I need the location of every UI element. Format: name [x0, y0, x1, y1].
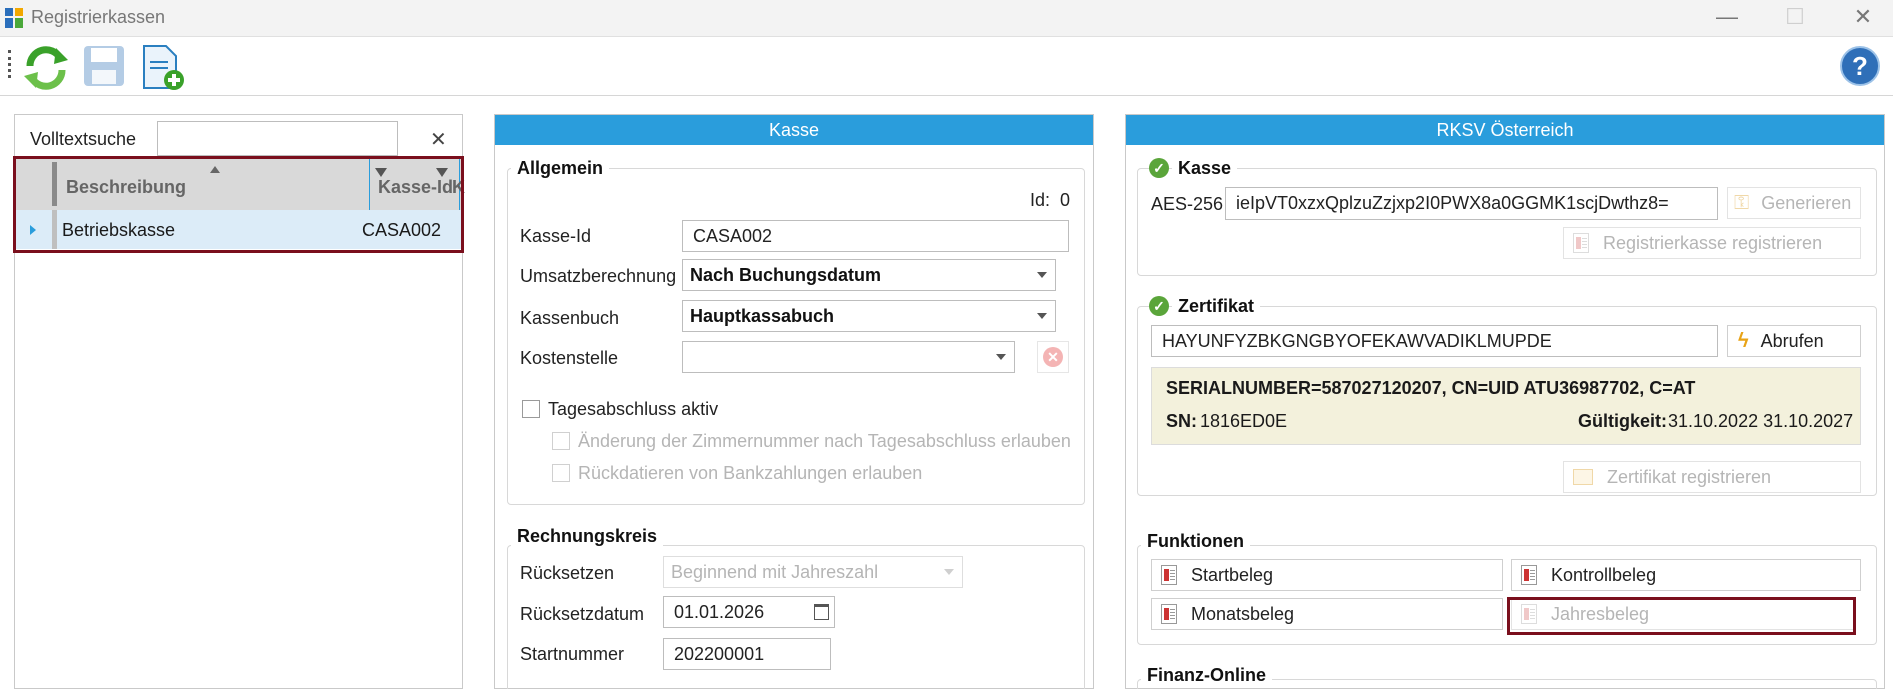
toolbar [0, 38, 1893, 96]
zertifikat-status-check-icon: ✓ [1149, 296, 1169, 316]
grid-highlight-frame [13, 156, 464, 253]
tagesabschluss-checkbox[interactable] [522, 400, 540, 418]
rueckdatieren-checkbox[interactable] [552, 464, 570, 482]
close-window-button[interactable]: ✕ [1843, 4, 1883, 30]
kassenbuch-value: Hauptkassabuch [690, 305, 835, 326]
kontrollbeleg-button[interactable]: Kontrollbeleg [1511, 559, 1861, 591]
generieren-button[interactable]: ⚿ Generieren [1727, 187, 1861, 219]
startnummer-field[interactable]: 202200001 [663, 638, 831, 670]
allgemein-title: Allgemein [511, 158, 610, 179]
clear-kostenstelle-button[interactable]: ✕ [1037, 341, 1069, 373]
tagesabschluss-label: Tagesabschluss aktiv [548, 399, 719, 419]
refresh-icon [24, 46, 68, 90]
key-icon: ⚿ [1734, 191, 1750, 214]
startbeleg-button[interactable]: Startbeleg [1151, 559, 1503, 591]
rksv-kasse-group [1137, 168, 1877, 276]
jahresbeleg-highlight-frame [1507, 597, 1856, 635]
clear-icon: ✕ [1043, 347, 1063, 367]
abrufen-button[interactable]: ϟ Abrufen [1727, 325, 1861, 357]
rueckdatieren-label: Rückdatieren von Bankzahlungen erlauben [578, 463, 923, 483]
startnummer-label: Startnummer [520, 644, 625, 664]
registrierkasse-registrieren-button[interactable]: Registrierkasse registrieren [1563, 227, 1861, 259]
search-input[interactable] [157, 121, 398, 156]
zimmernummer-checkbox[interactable] [552, 432, 570, 450]
help-button[interactable]: ? [1840, 46, 1880, 86]
maximize-button[interactable]: ☐ [1775, 4, 1815, 30]
registrierkasse-registrieren-label: Registrierkasse registrieren [1603, 232, 1823, 253]
refresh-button[interactable] [22, 44, 70, 92]
zertifikat-registrieren-button[interactable]: Zertifikat registrieren [1563, 461, 1861, 493]
generieren-label: Generieren [1761, 192, 1852, 213]
rechnungskreis-title: Rechnungskreis [511, 526, 664, 547]
new-document-icon [143, 45, 184, 90]
document-icon [1521, 565, 1537, 585]
kostenstelle-label: Kostenstelle [520, 348, 619, 368]
chevron-down-icon [996, 354, 1006, 360]
kassenbuch-select[interactable]: Hauptkassabuch [682, 300, 1056, 332]
calendar-icon[interactable] [814, 604, 829, 620]
zertifikat-info-box: SERIALNUMBER=587027120207, CN=UID ATU369… [1151, 367, 1861, 445]
sn-label: SN: [1166, 411, 1197, 431]
finanz-online-title: Finanz-Online [1141, 665, 1272, 686]
rksv-header: RKSV Österreich [1126, 115, 1884, 145]
ruecksetzdatum-value: 01.01.2026 [674, 601, 765, 622]
title-bar [0, 0, 1893, 37]
aes-key-field[interactable]: ieIpVT0xzxQplzuZzjxp2I0PWX8a0GGMK1scjDwt… [1225, 187, 1718, 220]
zertifikat-registrieren-label: Zertifikat registrieren [1607, 466, 1772, 487]
minimize-button[interactable]: — [1707, 4, 1747, 30]
sn-value: 1816ED0E [1200, 411, 1288, 431]
umsatzberechnung-label: Umsatzberechnung [520, 266, 677, 286]
document-icon [1161, 604, 1177, 624]
kassenbuch-label: Kassenbuch [520, 308, 620, 328]
kasse-id-label: Kasse-Id [520, 226, 592, 246]
kostenstelle-select[interactable] [682, 341, 1015, 373]
kasse-status-check-icon: ✓ [1149, 158, 1169, 178]
new-document-button[interactable] [140, 44, 188, 92]
monatsbeleg-label: Monatsbeleg [1191, 603, 1295, 624]
certificate-icon [1573, 469, 1593, 485]
aes-label: AES-256 [1151, 194, 1224, 214]
id-label: Id: [1030, 190, 1051, 210]
serial-line: SERIALNUMBER=587027120207, CN=UID ATU369… [1166, 378, 1696, 398]
id-value: 0 [1060, 190, 1071, 210]
document-icon [1161, 565, 1177, 585]
umsatzberechnung-select[interactable]: Nach Buchungsdatum [682, 259, 1056, 291]
kasse-id-field[interactable]: CASA002 [682, 220, 1069, 252]
monatsbeleg-button[interactable]: Monatsbeleg [1151, 598, 1503, 630]
zertifikat-title: Zertifikat [1172, 296, 1261, 317]
help-icon: ? [1852, 51, 1868, 81]
ruecksetzdatum-label: Rücksetzdatum [520, 604, 645, 624]
lightning-icon: ϟ [1738, 329, 1749, 352]
chevron-down-icon [1037, 313, 1047, 319]
chevron-down-icon [1037, 272, 1047, 278]
zertifikat-field[interactable]: HAYUNFYZBKGNGBYOFEKAWVADIKLMUPDE [1151, 325, 1718, 357]
kasse-header: Kasse [495, 115, 1093, 145]
zimmernummer-label: Änderung der Zimmernummer nach Tagesabsc… [578, 431, 1071, 451]
abrufen-label: Abrufen [1760, 330, 1824, 351]
save-icon [84, 46, 124, 86]
clear-search-button[interactable]: ✕ [430, 127, 447, 152]
toolbar-grip [8, 50, 11, 78]
app-icon [5, 8, 23, 28]
allgemein-group [507, 168, 1085, 505]
ruecksetzdatum-field[interactable]: 01.01.2026 [663, 596, 835, 628]
chevron-down-icon [944, 569, 954, 575]
kontrollbeleg-label: Kontrollbeleg [1551, 564, 1657, 585]
ruecksetzen-label: Rücksetzen [520, 563, 615, 583]
ruecksetzen-select[interactable]: Beginnend mit Jahreszahl [663, 556, 963, 588]
window-title: Registrierkassen [31, 7, 166, 27]
startbeleg-label: Startbeleg [1191, 564, 1274, 585]
funktionen-title: Funktionen [1141, 531, 1250, 552]
register-document-icon [1573, 233, 1589, 253]
save-button[interactable] [82, 44, 130, 92]
rksv-kasse-title: Kasse [1172, 158, 1238, 179]
search-label: Volltextsuche [30, 129, 137, 149]
ruecksetzen-value: Beginnend mit Jahreszahl [671, 561, 879, 582]
umsatzberechnung-value: Nach Buchungsdatum [690, 264, 882, 285]
gueltigkeit-value: 31.10.2022 31.10.2027 [1668, 411, 1854, 431]
gueltigkeit-label: Gültigkeit: [1578, 411, 1667, 431]
